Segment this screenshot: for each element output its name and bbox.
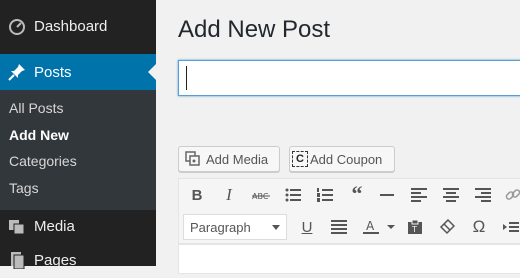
pages-icon: [8, 251, 26, 269]
paste-as-text-icon[interactable]: T: [405, 217, 425, 237]
add-media-button[interactable]: Add Media: [178, 146, 280, 172]
menu-item-media[interactable]: Media: [0, 208, 156, 244]
italic-icon[interactable]: I: [219, 185, 239, 205]
dashboard-icon: [8, 17, 26, 35]
add-media-label: Add Media: [206, 151, 269, 167]
indent-icon[interactable]: [501, 217, 520, 237]
post-title-field[interactable]: [178, 60, 520, 96]
editor-toolbar: B I ABC “ Paragraph U A T Ω: [178, 178, 520, 244]
link-icon[interactable]: [503, 185, 520, 205]
svg-text:T: T: [411, 225, 417, 234]
submenu-tags[interactable]: Tags: [9, 180, 39, 196]
submenu-categories[interactable]: Categories: [9, 153, 77, 169]
menu-item-posts[interactable]: Posts: [0, 54, 156, 90]
editor-content-area[interactable]: [178, 244, 520, 274]
strikethrough-icon[interactable]: ABC: [251, 185, 271, 205]
bold-icon[interactable]: B: [187, 185, 207, 205]
menu-label-posts: Posts: [34, 63, 72, 81]
add-coupon-button[interactable]: C Add Coupon: [289, 146, 395, 172]
align-center-icon[interactable]: [441, 185, 461, 205]
blockquote-icon[interactable]: “: [347, 181, 367, 206]
posts-submenu: All Posts Add New Categories Tags: [0, 90, 156, 210]
horizontal-rule-icon[interactable]: [377, 185, 397, 205]
format-select[interactable]: Paragraph: [183, 214, 287, 240]
menu-label-media: Media: [34, 217, 75, 235]
special-character-icon[interactable]: Ω: [469, 217, 489, 237]
align-left-icon[interactable]: [409, 185, 429, 205]
submenu-add-new[interactable]: Add New: [9, 127, 69, 143]
format-select-value: Paragraph: [190, 219, 251, 235]
numbered-list-icon[interactable]: [315, 185, 335, 205]
page-title: Add New Post: [178, 16, 331, 43]
submenu-all-posts[interactable]: All Posts: [9, 100, 63, 116]
text-color-dropdown-icon[interactable]: [381, 217, 401, 237]
justify-icon[interactable]: [329, 217, 349, 237]
coupon-icon: C: [292, 151, 308, 167]
admin-sidebar: Dashboard Posts All Posts Add New Catego…: [0, 0, 156, 269]
align-right-icon[interactable]: [473, 185, 493, 205]
bullet-list-icon[interactable]: [283, 185, 303, 205]
menu-label-dashboard: Dashboard: [34, 17, 108, 35]
text-color-icon[interactable]: A: [361, 217, 381, 237]
clear-formatting-icon[interactable]: [437, 217, 457, 237]
chevron-down-icon: [272, 225, 280, 230]
svg-text:A: A: [366, 219, 375, 233]
media-icon: [8, 217, 26, 235]
underline-icon[interactable]: U: [297, 217, 317, 237]
add-coupon-label: Add Coupon: [310, 151, 383, 167]
menu-item-pages[interactable]: Pages: [0, 242, 156, 278]
media-icon: [185, 151, 201, 167]
menu-item-dashboard[interactable]: Dashboard: [0, 8, 156, 44]
post-title-input[interactable]: [179, 61, 520, 95]
pin-icon: [8, 63, 26, 81]
text-caret: [186, 66, 187, 90]
